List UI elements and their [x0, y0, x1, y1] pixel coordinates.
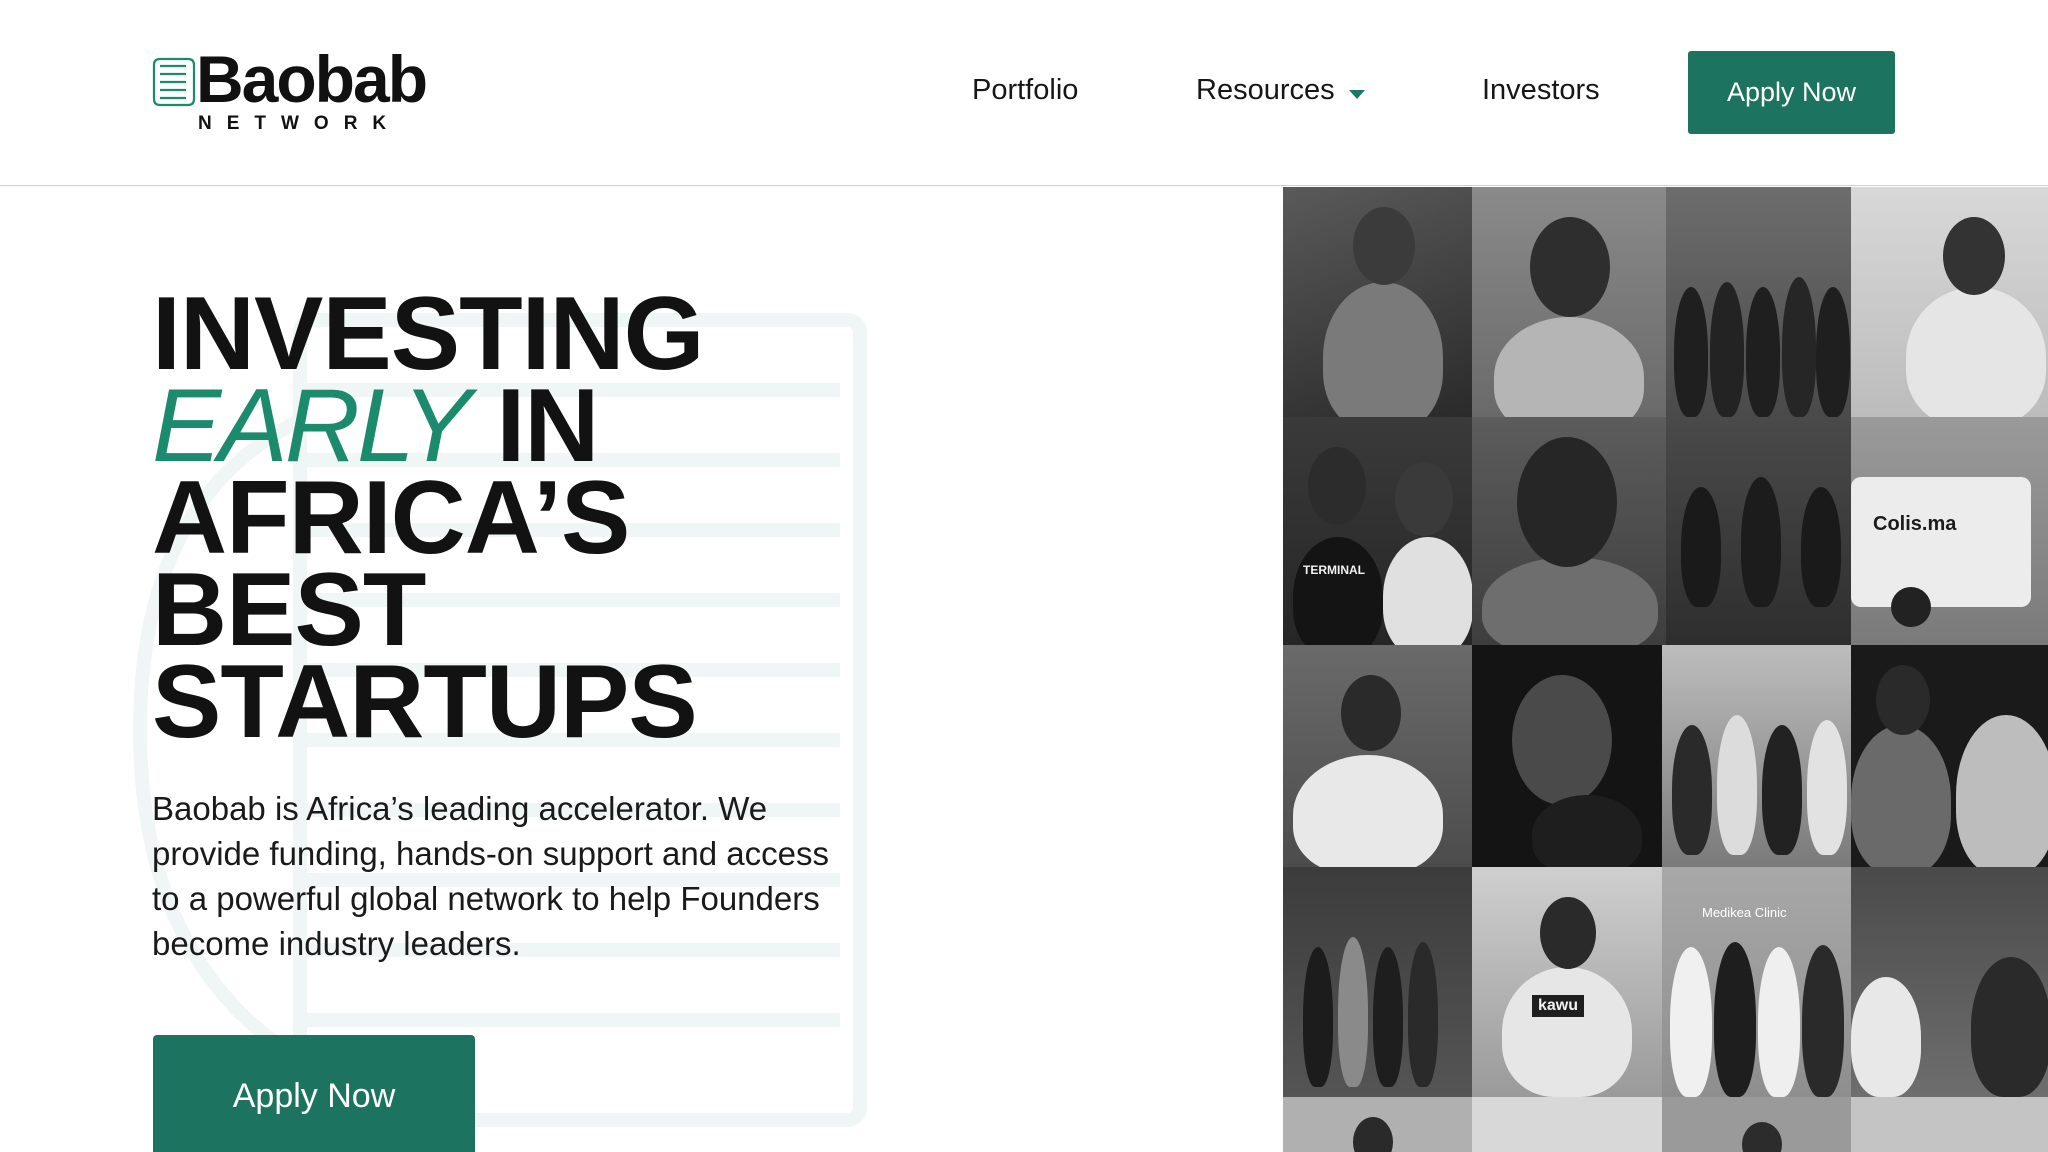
photo-founder-profile-woman: [1472, 645, 1662, 867]
nav-resources-label: Resources: [1196, 74, 1335, 106]
photo-medikea-clinic-team: Medikea Clinic: [1662, 867, 1851, 1097]
photo-colis-van: Colis.ma: [1851, 417, 2048, 645]
photo-row5-d: [1851, 1097, 2048, 1152]
baobab-logo[interactable]: Baobab NETWORK: [152, 46, 472, 136]
kawu-sign-caption: kawu: [1532, 995, 1585, 1017]
site-header: Baobab NETWORK Portfolio Resources Inves…: [0, 0, 2048, 186]
photo-founder-speaking: [1851, 187, 2048, 417]
photo-founder-clapping: [1283, 645, 1472, 867]
medikea-sign-caption: Medikea Clinic: [1702, 905, 1787, 920]
photo-row5-b: [1472, 1097, 1662, 1152]
colis-van-caption: Colis.ma: [1873, 513, 1957, 535]
logo-wordmark: Baobab: [196, 42, 428, 116]
photo-terminal-founders: TERMINAL: [1283, 417, 1472, 645]
photo-row5-a: [1283, 1097, 1472, 1152]
nav-portfolio[interactable]: Portfolio: [972, 70, 1078, 110]
photo-team-outdoor: [1662, 645, 1851, 867]
logo-mark-icon: [152, 57, 196, 107]
header-apply-now-button[interactable]: Apply Now: [1688, 51, 1895, 134]
photo-team-group: [1666, 187, 1851, 417]
nav-resources[interactable]: Resources: [1196, 70, 1365, 110]
headline-line-3: AFRICA’S: [152, 460, 630, 576]
caret-down-icon: [1348, 89, 1365, 99]
photo-stage-panel: [1666, 417, 1851, 645]
headline-line-5: STARTUPS: [152, 644, 698, 760]
headline-line-2: EARLY IN: [152, 374, 912, 478]
hero-description: Baobab is Africa’s leading accelerator. …: [152, 790, 829, 962]
terminal-shirt-caption: TERMINAL: [1303, 563, 1365, 577]
hero-headline: INVESTING EARLY IN AFRICA’S BEST STARTUP…: [152, 276, 912, 760]
logo-subtitle: NETWORK: [198, 113, 402, 134]
headline-line-4: BEST: [152, 552, 426, 668]
photo-row5-c: [1662, 1097, 1851, 1152]
hero-apply-now-button[interactable]: Apply Now: [153, 1035, 475, 1152]
photo-garden-meeting: [1851, 867, 2048, 1097]
headline-line-1: INVESTING: [152, 276, 705, 392]
founders-photo-grid: TERMINAL Colis.ma kawu Medikea Clinic: [1283, 187, 2048, 1152]
nav-investors[interactable]: Investors: [1482, 70, 1600, 110]
photo-conference-group: [1283, 867, 1472, 1097]
photo-founders-hoodies: [1851, 645, 2048, 867]
photo-founder-smiling-beard: [1472, 417, 1666, 645]
photo-founder-portrait-woman: [1472, 187, 1666, 417]
photo-kawu-founder: kawu: [1472, 867, 1662, 1097]
photo-founder-laughing: [1283, 187, 1472, 417]
